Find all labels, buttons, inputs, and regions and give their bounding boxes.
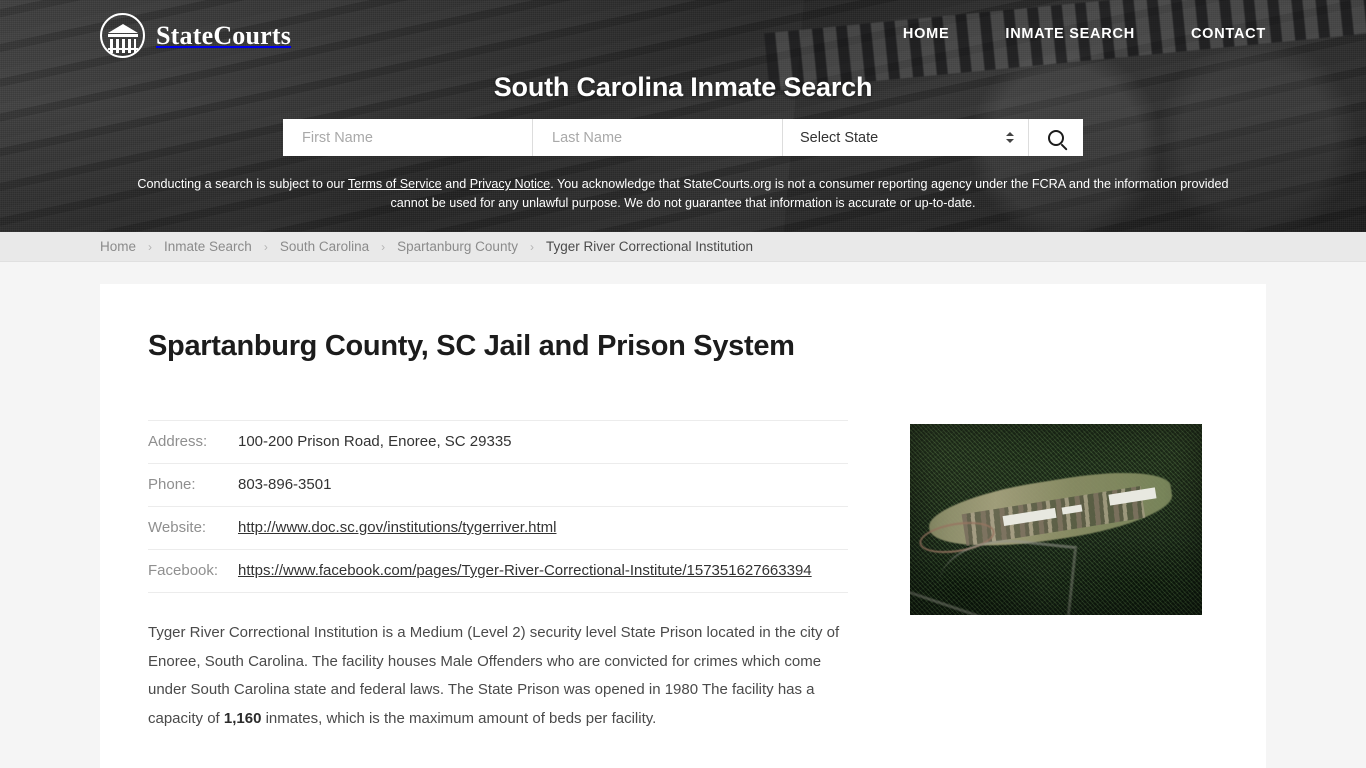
facility-photo-column — [910, 420, 1202, 615]
state-select-value: Select State — [800, 129, 879, 146]
search-disclaimer: Conducting a search is subject to our Te… — [135, 175, 1231, 213]
last-name-field-wrap — [533, 119, 783, 156]
breadcrumb-item-inmate-search[interactable]: Inmate Search — [164, 239, 252, 254]
brand-logo-link[interactable]: StateCourts — [100, 13, 291, 58]
breadcrumb-separator-icon: › — [263, 239, 268, 254]
website-link[interactable]: http://www.doc.sc.gov/institutions/tyger… — [238, 519, 556, 536]
fact-label-address: Address: — [148, 420, 238, 464]
table-row: Phone: 803-896-3501 — [148, 463, 848, 507]
site-header: StateCourts HOME INMATE SEARCH CONTACT S… — [0, 0, 1366, 232]
chevron-updown-icon — [1004, 132, 1016, 143]
nav-item-inmate-search[interactable]: INMATE SEARCH — [1005, 26, 1135, 42]
table-row: Address: 100-200 Prison Road, Enoree, SC… — [148, 420, 848, 464]
privacy-notice-link[interactable]: Privacy Notice — [470, 177, 550, 191]
primary-navigation: HOME INMATE SEARCH CONTACT — [903, 26, 1266, 42]
facility-description: Tyger River Correctional Institution is … — [148, 619, 848, 733]
page-body: Spartanburg County, SC Jail and Prison S… — [0, 262, 1366, 768]
facebook-link[interactable]: https://www.facebook.com/pages/Tyger-Riv… — [238, 562, 812, 579]
description-part-2: inmates, which is the maximum amount of … — [261, 709, 657, 727]
breadcrumb-bar: Home › Inmate Search › South Carolina › … — [0, 232, 1366, 262]
content-card: Spartanburg County, SC Jail and Prison S… — [100, 284, 1266, 768]
page-title: South Carolina Inmate Search — [493, 72, 873, 102]
brand-name: StateCourts — [156, 20, 292, 50]
fact-value-phone: 803-896-3501 — [238, 463, 848, 507]
fact-label-website: Website: — [148, 506, 238, 550]
fact-label-phone: Phone: — [148, 463, 238, 507]
last-name-input[interactable] — [550, 128, 765, 147]
facility-heading: Spartanburg County, SC Jail and Prison S… — [148, 330, 795, 362]
disclaimer-text-2: and — [441, 177, 470, 191]
first-name-field-wrap — [283, 119, 533, 156]
facility-facts-table: Address: 100-200 Prison Road, Enoree, SC… — [148, 420, 848, 593]
breadcrumb-item-current: Tyger River Correctional Institution — [545, 239, 754, 254]
search-icon — [1048, 129, 1064, 146]
state-select[interactable]: Select State — [783, 119, 1029, 156]
table-row: Website: http://www.doc.sc.gov/instituti… — [148, 506, 848, 550]
fact-value-facebook: https://www.facebook.com/pages/Tyger-Riv… — [238, 549, 848, 593]
breadcrumb: Home › Inmate Search › South Carolina › … — [100, 239, 753, 254]
inmate-search-form: Select State — [283, 119, 1083, 156]
courthouse-circle-icon — [100, 13, 145, 58]
breadcrumb-item-spartanburg-county[interactable]: Spartanburg County — [397, 239, 518, 254]
search-submit-button[interactable] — [1029, 119, 1083, 156]
breadcrumb-separator-icon: › — [529, 239, 534, 254]
facility-aerial-photo — [910, 424, 1202, 615]
breadcrumb-item-south-carolina[interactable]: South Carolina — [280, 239, 369, 254]
fact-value-website: http://www.doc.sc.gov/institutions/tyger… — [238, 506, 848, 550]
breadcrumb-item-home[interactable]: Home — [100, 239, 136, 254]
fact-label-facebook: Facebook: — [148, 549, 238, 593]
nav-item-contact[interactable]: CONTACT — [1191, 26, 1266, 42]
facility-details-column: Address: 100-200 Prison Road, Enoree, SC… — [148, 420, 848, 733]
breadcrumb-separator-icon: › — [381, 239, 386, 254]
disclaimer-text-1: Conducting a search is subject to our — [137, 177, 348, 191]
fact-value-address: 100-200 Prison Road, Enoree, SC 29335 — [238, 420, 848, 464]
first-name-input[interactable] — [300, 128, 515, 147]
terms-of-service-link[interactable]: Terms of Service — [348, 177, 442, 191]
table-row: Facebook: https://www.facebook.com/pages… — [148, 549, 848, 593]
photo-vignette — [910, 424, 1202, 615]
breadcrumb-separator-icon: › — [148, 239, 153, 254]
facility-capacity: 1,160 — [223, 709, 262, 727]
nav-item-home[interactable]: HOME — [903, 26, 950, 42]
